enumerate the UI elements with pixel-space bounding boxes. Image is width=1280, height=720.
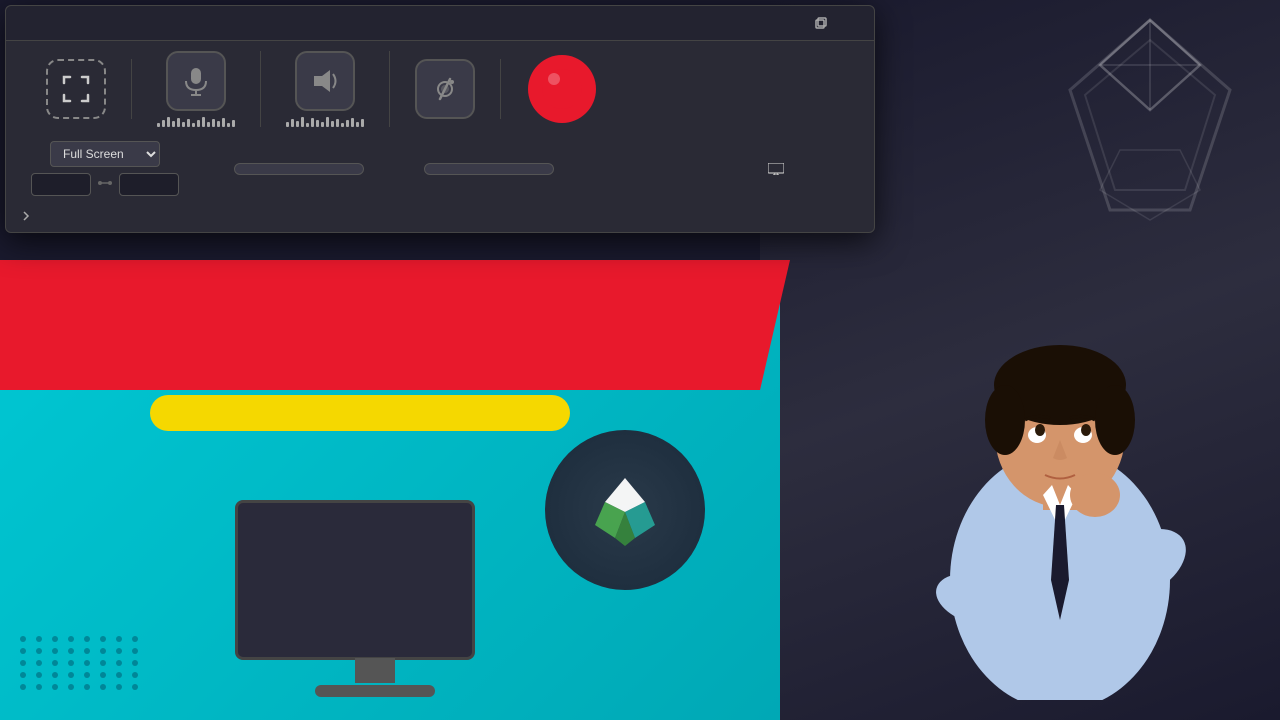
screen-mode-select[interactable]: Full Screen [50,141,160,167]
speaker-icon [310,66,340,96]
svol-bar-11 [336,119,339,127]
monitor-stand [355,658,395,683]
vol-bar-14 [222,118,225,127]
recorder-labels-row: Full Screen [6,137,874,206]
svol-bar-1 [286,122,289,127]
microphone-section [132,51,261,127]
display-label-section [714,163,844,175]
screen-fullscreen-dropdown: Full Screen [50,141,160,167]
record-button[interactable] [526,53,598,125]
speaker-volume-bars [286,115,364,127]
person-svg [885,220,1235,700]
camera-button[interactable] [415,59,475,119]
microphone-button[interactable] [166,51,226,111]
restore-button[interactable] [810,12,832,34]
record-section [501,53,623,125]
monitor-illustration [235,500,515,697]
titlebar-icons [810,12,862,34]
svol-bar-9 [326,117,329,127]
screen-capture-section [21,59,132,119]
speaker-section [261,51,390,127]
person-image [870,200,1250,700]
screen-capture-button[interactable] [46,59,106,119]
monitor-small-icon [768,163,784,175]
svol-bar-15 [356,122,359,127]
subtitle-pill [150,395,570,431]
chevron-right-icon [21,210,33,222]
vol-bar-12 [212,119,215,127]
recorder-titlebar [6,6,874,41]
vol-bar-2 [162,120,165,127]
vol-bar-3 [167,117,170,127]
speaker-label-section [394,163,584,175]
resolution-row [31,173,179,196]
svol-bar-8 [321,122,324,127]
vol-bar-5 [177,118,180,127]
microphone-icon [181,66,211,96]
speaker-button[interactable] [295,51,355,111]
microphone-volume-bars [157,115,235,127]
vol-bar-4 [172,121,175,127]
settings-button[interactable] [21,210,39,222]
vol-bar-8 [192,123,195,127]
link-icon [97,175,113,194]
vol-bar-6 [182,122,185,127]
svol-bar-13 [346,120,349,127]
vol-bar-7 [187,119,190,127]
svol-bar-10 [331,121,334,127]
display-label [768,163,790,175]
filmora-diamond-icon [585,470,665,550]
recorder-controls-row [6,41,874,137]
svol-bar-14 [351,118,354,127]
svol-bar-12 [341,123,344,127]
svol-bar-6 [311,118,314,127]
microphone-label-section [204,163,394,175]
dots-decoration: // Generate dots const dotsEl = document… [20,636,142,690]
screen-label-section: Full Screen [21,141,204,196]
microphone-dropdown[interactable] [234,163,364,175]
vol-bar-13 [217,121,220,127]
recorder-window: Full Screen [5,5,875,233]
vol-bar-9 [197,120,200,127]
vol-bar-11 [207,122,210,127]
vol-bar-10 [202,117,205,127]
svol-bar-3 [296,121,299,127]
vol-bar-15 [227,123,230,127]
camera-section [390,59,501,119]
settings-row [6,206,874,232]
svol-bar-16 [361,119,364,127]
svol-bar-4 [301,117,304,127]
record-icon [526,53,598,125]
vol-bar-1 [157,123,160,127]
filmora-logo [545,430,705,590]
svol-bar-7 [316,120,319,127]
vol-bar-16 [232,120,235,127]
fullscreen-icon [60,73,92,105]
monitor-base [315,685,435,697]
close-button[interactable] [840,12,862,34]
height-input[interactable] [119,173,179,196]
svol-bar-5 [306,123,309,127]
speaker-dropdown[interactable] [424,163,554,175]
width-input[interactable] [31,173,91,196]
camera-off-icon [430,74,460,104]
monitor-screen [235,500,475,660]
main-title-container [0,260,780,280]
svol-bar-2 [291,119,294,127]
